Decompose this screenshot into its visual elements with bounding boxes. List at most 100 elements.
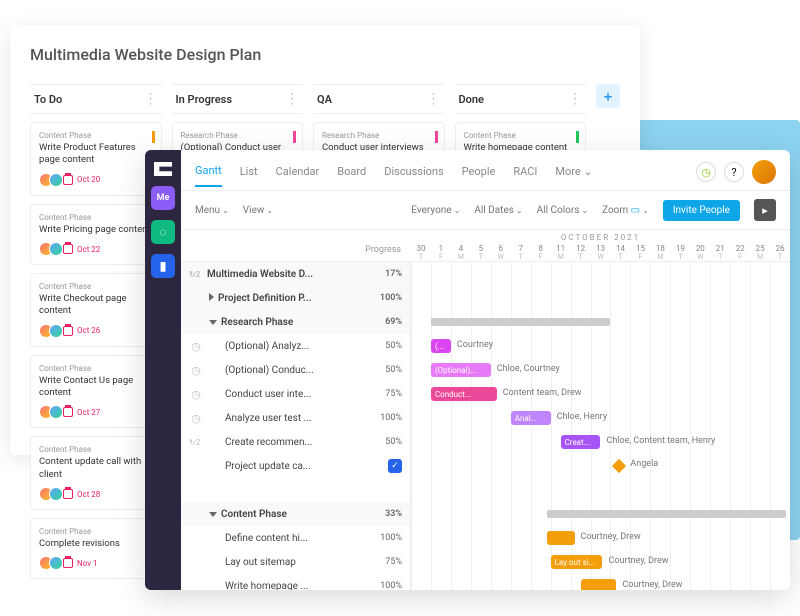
task-row[interactable]: ◷(Optional) Conduc...50% [181, 358, 410, 382]
tab-raci[interactable]: RACI [513, 165, 537, 186]
progress-pct: 100% [368, 533, 402, 543]
milestone-icon[interactable] [612, 459, 626, 473]
kanban-card[interactable]: Content Phase Write Contact Us page cont… [30, 355, 162, 429]
card-phase: Content Phase [39, 445, 153, 454]
card-date: Oct 26 [77, 326, 100, 335]
tab-gantt[interactable]: Gantt [195, 164, 222, 187]
expand-icon[interactable] [209, 293, 214, 301]
sidebar-reports-button[interactable]: ▮ [151, 254, 175, 278]
progress-pct: 100% [368, 293, 402, 303]
calendar-icon [63, 326, 73, 336]
task-name: Write homepage ... [203, 581, 368, 590]
task-row[interactable]: Content Phase33% [181, 502, 410, 526]
task-row[interactable]: ↻2Multimedia Website D...17% [181, 262, 410, 286]
view-tabs: Gantt List Calendar Board Discussions People R… [181, 150, 790, 191]
loop-icon: ↻2 [189, 438, 203, 447]
calendar-icon [63, 244, 73, 254]
bar-assignees: Chloe, Content team, Henry [606, 436, 715, 446]
add-column-button[interactable]: + [596, 84, 620, 108]
day-header: 22F [730, 245, 750, 261]
export-icon[interactable]: ▸ [754, 199, 776, 221]
help-icon[interactable]: ? [724, 162, 744, 182]
task-row[interactable]: Project update ca...✓ [181, 454, 410, 478]
task-row[interactable]: Project Definition P...100% [181, 286, 410, 310]
card-title: Write Contact Us page content [39, 375, 153, 400]
invite-people-button[interactable]: Invite People [663, 200, 740, 221]
tab-list[interactable]: List [240, 165, 258, 186]
view-dropdown[interactable]: View⌄ [243, 205, 273, 216]
card-title: Complete revisions [39, 538, 153, 550]
tab-board[interactable]: Board [337, 165, 366, 186]
bar-assignees: Courtney, Drew [608, 556, 668, 566]
gantt-bar[interactable] [581, 579, 617, 590]
gantt-chart-area[interactable]: (...Courtney(Optional)...Chloe, Courtney… [411, 262, 790, 590]
card-phase: Content Phase [39, 364, 153, 373]
colors-filter[interactable]: All Colors⌄ [537, 205, 588, 216]
progress-pct: 69% [368, 317, 402, 327]
zoom-control[interactable]: Zoom ▭⌄ [602, 205, 649, 216]
tab-people[interactable]: People [462, 165, 496, 186]
task-name: Project Definition P... [203, 293, 368, 304]
day-header: 19T [670, 245, 690, 261]
kanban-card[interactable]: Content Phase Write Checkout page conten… [30, 273, 162, 347]
card-date: Oct 22 [77, 245, 100, 254]
gantt-bar[interactable]: (Optional)... [431, 363, 491, 377]
day-header: 11M [551, 245, 571, 261]
user-avatar[interactable] [752, 160, 776, 184]
gantt-bar[interactable] [547, 531, 575, 545]
task-row[interactable]: ◷Analyze user test ...100% [181, 406, 410, 430]
task-name: Multimedia Website D... [203, 269, 368, 280]
everyone-filter[interactable]: Everyone⌄ [411, 205, 460, 216]
task-row[interactable]: Write homepage ...100% [181, 574, 410, 590]
checkbox-icon[interactable]: ✓ [388, 459, 402, 473]
gantt-bar[interactable]: Creat... [561, 435, 601, 449]
task-row[interactable]: ↻2Create recommen...50% [181, 430, 410, 454]
gantt-bar[interactable]: Anal... [511, 411, 551, 425]
tab-calendar[interactable]: Calendar [276, 165, 320, 186]
task-row[interactable]: Lay out sitemap75% [181, 550, 410, 574]
task-row[interactable]: ◷(Optional) Analyz...50% [181, 334, 410, 358]
task-name: (Optional) Conduc... [203, 365, 368, 376]
menu-dropdown[interactable]: Menu⌄ [195, 205, 229, 216]
card-phase: Content Phase [39, 282, 153, 291]
bar-assignees: Angela [630, 459, 658, 469]
loop-icon: ↻2 [189, 270, 203, 279]
kanban-card[interactable]: Content Phase Content update call with c… [30, 436, 162, 510]
column-menu-icon[interactable]: ⋮ [144, 91, 158, 107]
tab-discussions[interactable]: Discussions [384, 165, 443, 186]
task-name: Define content hi... [203, 533, 368, 544]
kanban-card[interactable]: Content Phase Write Pricing page content… [30, 204, 162, 265]
task-name: Lay out sitemap [203, 557, 368, 568]
gantt-bar[interactable]: Conduct... [431, 387, 497, 401]
activity-icon[interactable]: ◷ [696, 162, 716, 182]
column-menu-icon[interactable]: ⋮ [427, 91, 441, 107]
dates-filter[interactable]: All Dates⌄ [474, 205, 522, 216]
tab-more[interactable]: More ⌄ [555, 165, 592, 186]
column-menu-icon[interactable]: ⋮ [285, 91, 299, 107]
phase-bar[interactable] [431, 318, 611, 326]
kanban-card[interactable]: Content Phase Write Product Features pag… [30, 122, 162, 196]
expand-icon[interactable] [209, 512, 217, 517]
progress-pct: 100% [368, 581, 402, 590]
gantt-bar[interactable]: Lay out si... [551, 555, 603, 569]
column-menu-icon[interactable]: ⋮ [568, 91, 582, 107]
task-row[interactable]: Research Phase69% [181, 310, 410, 334]
column-title: To Do [34, 93, 62, 106]
expand-icon[interactable] [209, 320, 217, 325]
app-logo-icon[interactable] [154, 162, 172, 176]
task-row[interactable]: Define content hi...100% [181, 526, 410, 550]
card-title: Write Checkout page content [39, 293, 153, 318]
gantt-bar[interactable]: (... [431, 339, 451, 353]
day-header: 6W [491, 245, 511, 261]
card-phase: Research Phase [181, 131, 295, 140]
task-row[interactable]: ◷Conduct user inte...75% [181, 382, 410, 406]
kanban-card[interactable]: Content Phase Complete revisions Nov 1 [30, 518, 162, 579]
day-header: 7T [511, 245, 531, 261]
day-header: 25M [750, 245, 770, 261]
sidebar-chat-button[interactable]: ◌ [151, 220, 175, 244]
clock-icon: ◷ [189, 340, 203, 353]
phase-bar[interactable] [547, 510, 786, 518]
card-phase: Content Phase [464, 131, 578, 140]
calendar-icon [63, 407, 73, 417]
sidebar-me-button[interactable]: Me [151, 186, 175, 210]
